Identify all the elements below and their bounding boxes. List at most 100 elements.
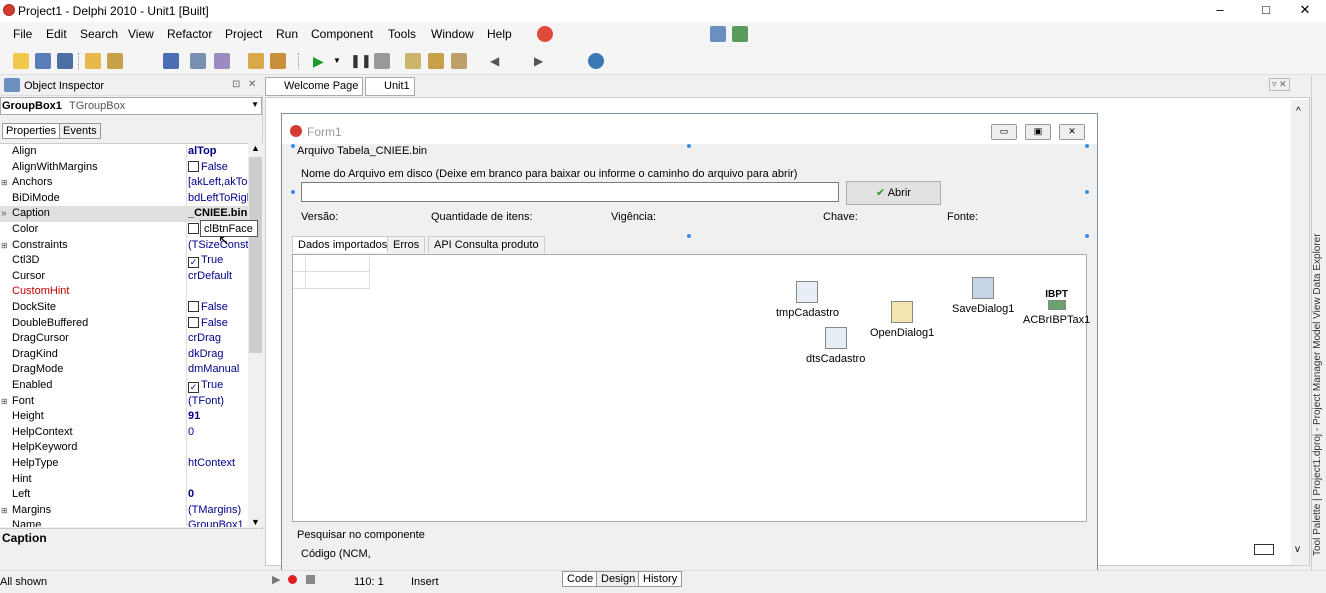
property-row[interactable]: Enabled ✓ True <box>0 378 248 394</box>
new-icon[interactable] <box>13 53 29 69</box>
property-row[interactable]: DockSite False <box>0 300 248 316</box>
property-row[interactable]: BiDiMode bdLeftToRigl <box>0 191 248 207</box>
tab-imported-data[interactable]: Dados importados <box>292 236 394 253</box>
tab-design[interactable]: Design <box>596 571 641 587</box>
close-file-icon[interactable] <box>214 53 230 69</box>
menu-edit[interactable]: Edit <box>46 27 67 41</box>
step-over-icon[interactable] <box>428 53 444 69</box>
menu-tools[interactable]: Tools <box>388 27 416 41</box>
property-row[interactable]: Ctl3D ✓ True <box>0 253 248 269</box>
open-project-icon[interactable] <box>107 53 123 69</box>
designer-scrollbar[interactable]: ^ v <box>1291 100 1309 565</box>
component-savedialog1[interactable]: SaveDialog1 <box>952 277 1014 315</box>
component-acbribptax1[interactable]: IBPT ACBrIBPTax1 <box>1023 289 1090 326</box>
help-contents-icon[interactable] <box>588 53 604 69</box>
menu-help[interactable]: Help <box>487 27 512 41</box>
datasource-icon <box>824 327 847 349</box>
debug-desktop-icon[interactable] <box>732 26 748 42</box>
tab-unit1[interactable]: Unit1 <box>365 77 415 96</box>
menu-component[interactable]: Component <box>311 27 373 41</box>
open-button[interactable]: ✔ Abrir <box>846 181 941 205</box>
property-row[interactable]: ⊞ Font (TFont) <box>0 394 248 410</box>
form-size-icon[interactable] <box>1254 544 1274 555</box>
back-icon[interactable]: ◀ <box>490 53 506 69</box>
path-input[interactable] <box>301 182 839 202</box>
tab-list-icon[interactable]: ▿ ✕ <box>1269 78 1290 91</box>
property-row[interactable]: DragMode dmManual <box>0 362 248 378</box>
form1-window[interactable]: Form1 ▭ ▣ ✕ Arquivo Tabela_CNIEE.bin Nom… <box>281 113 1098 573</box>
cursor-position: 110: 1 <box>354 576 384 588</box>
form-minimize-icon: ▭ <box>991 124 1017 140</box>
remove-file-icon[interactable] <box>270 53 286 69</box>
close-button[interactable]: ✕ <box>1282 0 1326 22</box>
property-row[interactable]: Align alTop <box>0 144 248 160</box>
form1-titlebar: Form1 ▭ ▣ ✕ <box>282 114 1097 144</box>
stop-macro-icon[interactable] <box>306 575 315 584</box>
tab-api-lookup[interactable]: API Consulta produto <box>428 236 545 253</box>
property-scrollbar[interactable]: ▲ ▼ <box>248 143 263 527</box>
menu-project[interactable]: Project <box>225 27 262 41</box>
component-tmpcadastro[interactable]: tmpCadastro <box>776 281 839 319</box>
stop-icon[interactable] <box>374 53 390 69</box>
right-side-panel[interactable]: Tool Palette | Project1.dproj - Project … <box>1311 76 1326 570</box>
property-row[interactable]: HelpKeyword <box>0 440 248 456</box>
run-dropdown-icon[interactable]: ▼ <box>333 53 349 69</box>
tab-history[interactable]: History <box>638 571 683 587</box>
menu-file[interactable]: File <box>13 27 32 41</box>
right-panel-tabs[interactable]: Tool Palette | Project1.dproj - Project … <box>1312 86 1326 556</box>
menu-refactor[interactable]: Refactor <box>167 27 212 41</box>
save-desktop-icon[interactable] <box>710 26 726 42</box>
menu-window[interactable]: Window <box>431 27 474 41</box>
play-icon[interactable]: ▶ <box>272 573 280 586</box>
add-file-icon[interactable] <box>248 53 264 69</box>
trace-into-icon[interactable] <box>405 53 421 69</box>
scroll-up-icon[interactable]: ^ <box>1296 106 1301 117</box>
menu-search[interactable]: Search <box>80 27 118 41</box>
property-row[interactable]: Left 0 <box>0 487 248 503</box>
pin-icon[interactable]: ⊡ <box>232 79 240 90</box>
minimize-button[interactable]: – <box>1197 0 1243 22</box>
run-to-cursor-icon[interactable] <box>451 53 467 69</box>
property-row[interactable]: Height 91 <box>0 409 248 425</box>
save-all-icon[interactable] <box>190 53 206 69</box>
chevron-down-icon[interactable]: ▼ <box>251 100 259 109</box>
record-icon[interactable] <box>288 575 297 584</box>
property-row[interactable]: Name GroupBox1 <box>0 518 248 527</box>
tab-events[interactable]: Events <box>59 123 101 139</box>
new-unit-icon[interactable] <box>57 53 73 69</box>
open-icon[interactable] <box>85 53 101 69</box>
scroll-down-icon[interactable]: ▼ <box>251 517 260 527</box>
close-icon[interactable]: ✕ <box>248 79 256 90</box>
property-row[interactable]: CustomHint <box>0 284 248 300</box>
menu-run[interactable]: Run <box>276 27 298 41</box>
save-icon[interactable] <box>163 53 179 69</box>
forward-icon[interactable]: ▶ <box>534 53 550 69</box>
tab-code[interactable]: Code <box>562 571 599 587</box>
tab-properties[interactable]: Properties <box>2 123 61 139</box>
tab-errors[interactable]: Erros <box>387 236 426 253</box>
property-row[interactable]: DragKind dkDrag <box>0 347 248 363</box>
property-row[interactable]: Cursor crDefault <box>0 269 248 285</box>
component-dtscadastro[interactable]: dtsCadastro <box>806 327 865 365</box>
new-form-icon[interactable] <box>35 53 51 69</box>
property-row[interactable]: Hint <box>0 472 248 488</box>
property-row[interactable]: HelpContext 0 <box>0 425 248 441</box>
property-row[interactable]: HelpType htContext <box>0 456 248 472</box>
tab-welcome-page[interactable]: Welcome Page <box>265 77 364 96</box>
property-row[interactable]: ⊞ Constraints (TSizeConsti <box>0 238 248 254</box>
component-selector[interactable]: GroupBox1 TGroupBox ▼ <box>0 97 262 115</box>
property-row[interactable]: ⊞ Margins (TMargins) <box>0 503 248 519</box>
menu-view[interactable]: View <box>128 27 154 41</box>
help-icon[interactable] <box>537 26 553 42</box>
property-row[interactable]: DragCursor crDrag <box>0 331 248 347</box>
run-icon[interactable]: ▶ <box>313 53 329 69</box>
property-row[interactable]: DoubleBuffered False <box>0 316 248 332</box>
pause-icon[interactable]: ❚❚ <box>350 53 372 69</box>
scrollbar-thumb[interactable] <box>249 157 262 353</box>
scroll-down-icon[interactable]: v <box>1295 544 1300 555</box>
component-opendialog1[interactable]: OpenDialog1 <box>870 301 934 339</box>
ibpt-download-icon <box>1047 300 1066 310</box>
scroll-up-icon[interactable]: ▲ <box>251 143 260 153</box>
property-row[interactable]: ⊞ Anchors [akLeft,akTo <box>0 175 248 191</box>
property-row[interactable]: AlignWithMargins False <box>0 160 248 176</box>
